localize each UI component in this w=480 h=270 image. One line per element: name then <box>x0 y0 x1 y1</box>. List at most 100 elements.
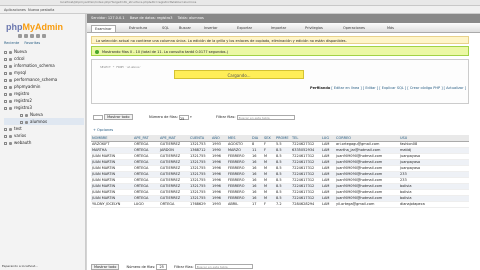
expand-icon[interactable] <box>4 106 7 110</box>
table-cell: ABRIL <box>227 201 251 208</box>
main-panel: Servidor: 127.0.0.1 Base de datos: regis… <box>87 14 480 270</box>
database-icon <box>25 120 28 124</box>
tree-item[interactable]: registro <box>4 90 84 97</box>
tree-item[interactable]: registro3 <box>4 104 84 111</box>
tab-buscar[interactable]: Buscar <box>179 25 191 32</box>
breadcrumb-server[interactable]: Servidor: 127.0.0.1 <box>91 16 125 20</box>
table-cell: yil.ortega@gmail.com <box>335 201 399 208</box>
tab-examinar[interactable]: Examinar <box>91 25 116 32</box>
sidebar-recent-favorites: Reciente Favoritas <box>4 41 44 45</box>
tab-recent[interactable]: Reciente <box>4 41 19 45</box>
show-all-checkbox[interactable] <box>93 114 103 120</box>
breadcrumb-table[interactable]: Tabla: alumnos <box>178 16 204 20</box>
bookmark-new-tab[interactable]: Nueva pestaña <box>28 8 54 12</box>
tab-favorites[interactable]: Favoritas <box>24 41 40 45</box>
expand-icon[interactable] <box>20 120 23 124</box>
tab-mas[interactable]: Más <box>387 25 394 32</box>
tab-privilegios[interactable]: Privilegios <box>305 25 323 32</box>
tree-item[interactable]: Nueva <box>4 48 84 55</box>
table-cell: LUGO <box>133 201 159 208</box>
expand-icon[interactable] <box>4 134 7 138</box>
tab-importar[interactable]: Importar <box>271 25 286 32</box>
table-row: YILDNY JOCELYN LUGO ORTEGA 1768629 1993 ABRIL… <box>91 201 469 208</box>
expand-icon[interactable] <box>4 57 7 61</box>
settings-icon[interactable] <box>36 34 40 38</box>
bottom-filter-input[interactable]: Buscar en esta tabla <box>194 264 253 269</box>
tree-item-label: test <box>14 126 22 131</box>
table-cell: YILDNY JOCELYN <box>91 201 133 208</box>
breadcrumb-database[interactable]: Base de datos: registro3 <box>130 16 173 20</box>
database-icon <box>9 106 12 110</box>
table-cell: LAM <box>321 201 335 208</box>
tree-item-label: registro2 <box>14 98 32 103</box>
tree-item[interactable]: mysql <box>4 69 84 76</box>
options-toggle[interactable]: + Opciones <box>93 128 113 132</box>
home-icon[interactable] <box>18 34 22 38</box>
expand-icon[interactable] <box>4 127 7 131</box>
rows-group: Número de filas: 25 ▾ <box>149 114 192 121</box>
tree-item[interactable]: performance_schema <box>4 76 84 83</box>
loading-indicator: Cargando... <box>174 70 304 79</box>
expand-icon[interactable] <box>4 64 7 68</box>
tree-item[interactable]: test <box>4 125 84 132</box>
bottom-show-all-button[interactable]: Mostrar todo <box>91 263 120 270</box>
tree-item-label: registro <box>14 91 30 96</box>
tree-item-label: varios <box>14 133 27 138</box>
logout-icon[interactable] <box>24 34 28 38</box>
tree-item[interactable]: registro2 <box>4 97 84 104</box>
show-all-group: Mostrar todo <box>93 114 133 121</box>
expand-icon[interactable] <box>20 113 23 117</box>
tree-item[interactable]: phpmyadmin <box>4 83 84 90</box>
rows-label: Número de filas: <box>149 115 178 119</box>
help-icon[interactable] <box>30 34 34 38</box>
expand-icon[interactable] <box>4 141 7 145</box>
content-area: La selección actual no contiene una colu… <box>91 36 476 270</box>
tree-item-label: webauth <box>14 140 32 145</box>
expand-icon[interactable] <box>4 78 7 82</box>
address-bar[interactable]: localhost/phpmyadmin/index.php?target=db… <box>60 0 390 5</box>
reload-icon[interactable] <box>42 34 46 38</box>
database-tree: Nueva cdcol information_schema mysql perform… <box>4 48 84 146</box>
bookmark-apps[interactable]: Aplicaciones <box>4 8 26 12</box>
tree-item[interactable]: alumnos <box>4 118 84 125</box>
profiling-links: Perfilando [ Editar en línea ] [ Editar … <box>310 86 466 90</box>
filter-input[interactable]: Buscar en esta tabla <box>236 114 295 120</box>
table-body: ARZOKIFT ORTEGA GUTIERREZ 1321753 1993 AGOSTO… <box>91 141 469 208</box>
table-cell: dianajotapeca <box>399 201 469 208</box>
bottom-rows-select[interactable]: 25 <box>156 263 167 270</box>
tab-estructura[interactable]: Estructura <box>129 25 147 32</box>
tab-exportar[interactable]: Exportar <box>237 25 252 32</box>
database-icon <box>9 127 12 131</box>
tab-operaciones[interactable]: Operaciones <box>343 25 365 32</box>
table-cell: F <box>263 201 275 208</box>
bottom-filter-label: Filtrar filas: <box>174 264 194 269</box>
expand-icon[interactable] <box>4 99 7 103</box>
notice-message: La selección actual no contiene una colu… <box>91 36 469 44</box>
tab-sql[interactable]: SQL <box>162 25 169 32</box>
tree-item[interactable]: information_schema <box>4 62 84 69</box>
check-icon <box>95 50 99 54</box>
expand-icon[interactable] <box>4 85 7 89</box>
browser-status-bar: Esperando a localhost... <box>2 264 38 268</box>
tree-item-label: registro3 <box>14 105 32 110</box>
database-icon <box>9 78 12 82</box>
database-icon <box>9 71 12 75</box>
rows-select[interactable]: 25 <box>178 114 189 121</box>
expand-icon[interactable] <box>4 71 7 75</box>
query-action-links[interactable]: [ Editar en línea ] [ Editar ] [ Explica… <box>331 86 466 90</box>
bottom-navigation: Mostrar todo Número de filas: 25 Filtrar… <box>91 263 469 270</box>
expand-icon[interactable] <box>4 92 7 96</box>
sql-query-box: SELECT * FROM `alumnos` Cargando... Perf… <box>91 59 469 104</box>
tree-item[interactable]: webauth <box>4 139 84 146</box>
phpmyadmin-logo[interactable]: phpMyAdmin <box>6 22 63 32</box>
table-cell: 17 <box>251 201 263 208</box>
tab-insertar[interactable]: Insertar <box>204 25 218 32</box>
expand-icon[interactable] <box>4 50 7 54</box>
tree-item[interactable]: varios <box>4 132 84 139</box>
tree-item[interactable]: Nueva <box>4 111 84 118</box>
show-all-button[interactable]: Mostrar todo <box>104 114 133 120</box>
tree-item[interactable]: cdcol <box>4 55 84 62</box>
profiling-label[interactable]: Perfilando <box>310 86 330 90</box>
database-icon <box>9 141 12 145</box>
database-icon <box>9 50 12 54</box>
